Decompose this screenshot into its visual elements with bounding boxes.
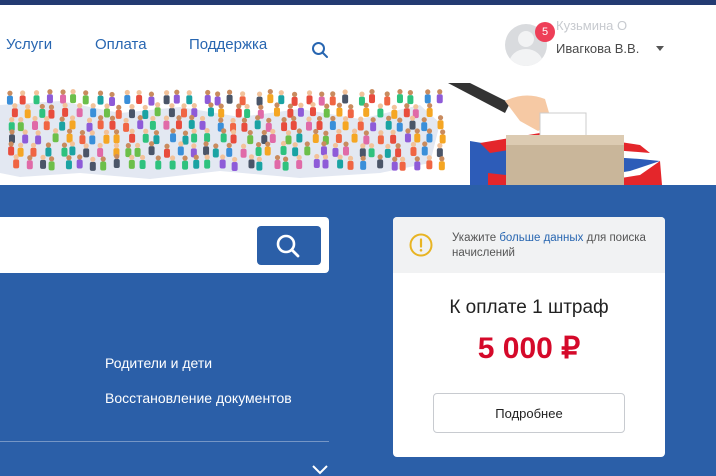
category-link-document-recovery[interactable]: Восстановление документов bbox=[105, 390, 292, 406]
fine-amount: 5 000 ₽ bbox=[477, 332, 581, 365]
search-bar bbox=[0, 217, 329, 273]
search-icon bbox=[276, 234, 300, 258]
payment-card: Укажите больше данных для поиска начисле… bbox=[393, 217, 665, 457]
crowd-election-illustration bbox=[0, 83, 662, 185]
avatar-head-shape bbox=[518, 31, 534, 47]
warning-icon bbox=[409, 233, 433, 257]
notice-prefix: Укажите bbox=[452, 232, 497, 244]
notification-badge[interactable]: 5 bbox=[535, 22, 555, 42]
category-link-parents-children[interactable]: Родители и дети bbox=[105, 355, 212, 371]
nav-item-services[interactable]: Услуги bbox=[6, 36, 52, 53]
hero-banner bbox=[0, 83, 716, 185]
nav-item-support[interactable]: Поддержка bbox=[189, 36, 267, 53]
search-button[interactable] bbox=[257, 226, 321, 265]
avatar-body-shape bbox=[509, 49, 543, 66]
site-header: Услуги Оплата Поддержка 5 Кузьмина О Ива… bbox=[0, 5, 716, 83]
card-notice: Укажите больше данных для поиска начисле… bbox=[393, 217, 665, 273]
user-name-line1[interactable]: Кузьмина О bbox=[556, 18, 627, 33]
notice-text: Укажите больше данных для поиска начисле… bbox=[452, 231, 652, 261]
details-button[interactable]: Подробнее bbox=[433, 393, 625, 433]
chevron-down-icon[interactable] bbox=[312, 465, 328, 475]
user-name-line2[interactable]: Ивагкова В.В. bbox=[556, 41, 639, 56]
fine-count-title: К оплате 1 штраф bbox=[449, 297, 609, 318]
search-icon[interactable] bbox=[311, 41, 329, 59]
more-data-link[interactable]: больше данных bbox=[499, 232, 583, 244]
user-menu-caret-icon[interactable] bbox=[656, 46, 664, 51]
search-input[interactable] bbox=[0, 217, 250, 273]
section-divider bbox=[0, 441, 329, 442]
nav-item-payment[interactable]: Оплата bbox=[95, 36, 147, 53]
